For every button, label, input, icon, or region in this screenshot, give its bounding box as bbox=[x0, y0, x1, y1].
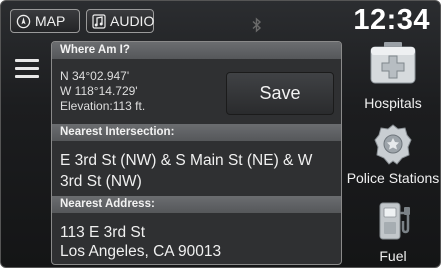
hospital-icon bbox=[370, 42, 416, 84]
nearest-intersection-value: E 3rd St (NW) & S Main St (NE) & W 3rd S… bbox=[60, 152, 313, 190]
address-line-2: Los Angeles, CA 90013 bbox=[60, 243, 222, 260]
where-am-i-header: Where Am I? bbox=[52, 42, 341, 59]
police-badge-icon bbox=[374, 124, 412, 165]
nearest-intersection-header: Nearest Intersection: bbox=[52, 124, 341, 141]
music-note-icon bbox=[92, 13, 106, 29]
compass-icon bbox=[16, 14, 31, 29]
clock: 12:34 bbox=[353, 4, 430, 36]
map-label: MAP bbox=[35, 13, 66, 29]
category-hospitals[interactable]: Hospitals bbox=[344, 39, 440, 119]
fuel-label: Fuel bbox=[379, 248, 407, 264]
audio-label: AUDIO bbox=[110, 13, 155, 29]
save-button[interactable]: Save bbox=[226, 72, 334, 115]
longitude: W 118°14.729' bbox=[60, 84, 138, 98]
nav-screen: MAP AUDIO 12:34 Where Am I? N 34°02.947'… bbox=[0, 0, 441, 268]
menu-icon[interactable] bbox=[15, 59, 39, 79]
address-line-1: 113 E 3rd St bbox=[60, 224, 146, 241]
hospitals-label: Hospitals bbox=[364, 95, 422, 111]
top-bar: MAP AUDIO 12:34 bbox=[1, 1, 440, 38]
coordinates: N 34°02.947' W 118°14.729' Elevation:113… bbox=[60, 69, 145, 114]
category-fuel[interactable]: Fuel bbox=[344, 195, 440, 267]
fuel-pump-icon bbox=[379, 202, 410, 240]
nearest-address-header: Nearest Address: bbox=[52, 196, 341, 213]
category-list: Hospitals Police Stations Fuel bbox=[344, 39, 440, 267]
map-button[interactable]: MAP bbox=[10, 9, 80, 33]
category-police-stations[interactable]: Police Stations bbox=[344, 121, 440, 191]
latitude: N 34°02.947' bbox=[60, 69, 130, 83]
audio-button[interactable]: AUDIO bbox=[86, 9, 154, 33]
bluetooth-icon bbox=[250, 17, 264, 33]
location-info-panel: Where Am I? N 34°02.947' W 118°14.729' E… bbox=[51, 41, 342, 265]
police-stations-label: Police Stations bbox=[346, 170, 440, 186]
elevation: Elevation:113 ft. bbox=[60, 99, 146, 113]
nearest-address-value: 113 E 3rd St Los Angeles, CA 90013 bbox=[60, 223, 335, 261]
